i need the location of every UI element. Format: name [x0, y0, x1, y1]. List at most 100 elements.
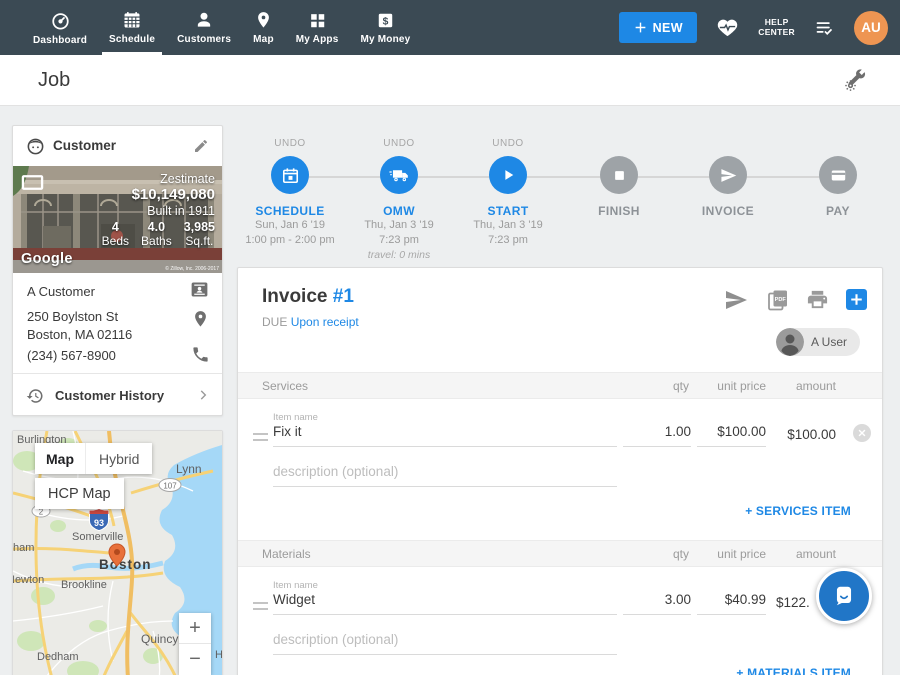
- beds-label: Beds: [102, 234, 129, 248]
- service-unit-price-input[interactable]: [697, 424, 766, 447]
- built-year: Built in 1911: [102, 203, 215, 219]
- map-type-hybrid-button[interactable]: Hybrid: [86, 451, 152, 467]
- invoice-title-text: Invoice: [262, 286, 327, 307]
- map-label-waltham: ham: [13, 542, 34, 554]
- edit-pencil-icon[interactable]: [193, 138, 209, 154]
- map-type-map-button[interactable]: Map: [35, 443, 86, 474]
- material-unit-price-input[interactable]: [697, 592, 766, 615]
- undo-placeholder: [778, 138, 898, 151]
- add-invoice-item-icon[interactable]: [846, 289, 867, 310]
- remove-service-item-button[interactable]: [853, 424, 871, 442]
- contact-card-icon[interactable]: [189, 279, 210, 300]
- material-item-name-input[interactable]: [273, 592, 617, 615]
- google-logo: Google: [21, 251, 73, 267]
- apps-grid-icon: [308, 11, 327, 30]
- schedule-step-circle[interactable]: [271, 156, 309, 194]
- svg-text:$: $: [383, 16, 389, 27]
- zestimate-overlay: Zestimate $10,149,080 Built in 1911 4Bed…: [102, 171, 215, 248]
- chat-fab-button[interactable]: [816, 568, 872, 624]
- street-view-photo-icon[interactable]: [21, 174, 44, 191]
- nav-item-map[interactable]: Map: [242, 0, 285, 55]
- customer-name: A Customer: [27, 284, 95, 299]
- baths-value: 4.0: [148, 220, 165, 234]
- heart-pulse-icon[interactable]: [715, 16, 740, 39]
- service-amount: $100.00: [768, 427, 836, 442]
- pdf-icon[interactable]: PDF: [766, 288, 790, 312]
- service-qty-input[interactable]: [623, 424, 691, 447]
- new-button-label: NEW: [653, 21, 683, 35]
- add-materials-item-link[interactable]: + MATERIALS ITEM: [736, 666, 851, 675]
- svg-text:PDF: PDF: [775, 297, 787, 303]
- unit-price-column-header: unit price: [678, 547, 766, 561]
- beds-value: 4: [112, 220, 119, 234]
- undo-link[interactable]: UNDO: [339, 138, 459, 151]
- nav-item-my-apps[interactable]: My Apps: [285, 0, 350, 55]
- send-icon: [720, 167, 737, 184]
- invoice-step-circle[interactable]: [709, 156, 747, 194]
- undo-link[interactable]: UNDO: [230, 138, 350, 151]
- calendar-icon: [281, 166, 300, 185]
- drag-handle[interactable]: [253, 433, 268, 441]
- nav-label: Customers: [177, 34, 231, 45]
- zoom-in-button[interactable]: +: [179, 613, 211, 644]
- location-pin-icon[interactable]: [191, 309, 210, 329]
- timeline-step-omw: UNDO OMW Thu, Jan 3 '19 7:23 pm travel: …: [339, 138, 459, 262]
- invoice-title: Invoice #1: [262, 286, 354, 308]
- user-avatar[interactable]: AU: [854, 11, 888, 45]
- nav-item-customers[interactable]: Customers: [166, 0, 242, 55]
- zestimate-value: $10,149,080: [102, 187, 215, 203]
- address-line2: Boston, MA 02116: [27, 327, 132, 342]
- credit-card-icon-circle[interactable]: [819, 156, 857, 194]
- plus-icon: [634, 21, 647, 34]
- hcp-map-button[interactable]: HCP Map: [35, 478, 124, 509]
- finish-step-circle[interactable]: [600, 156, 638, 194]
- add-services-item-link[interactable]: + SERVICES ITEM: [745, 504, 851, 518]
- nav-item-dashboard[interactable]: Dashboard: [22, 0, 98, 55]
- job-settings-wrench-icon[interactable]: [844, 69, 867, 92]
- materials-section-title: Materials: [262, 547, 311, 561]
- print-icon[interactable]: [806, 288, 829, 311]
- customer-address: 250 Boylston St Boston, MA 02116: [27, 308, 132, 344]
- baths-label: Baths: [141, 234, 172, 248]
- nav-item-schedule[interactable]: Schedule: [98, 0, 166, 55]
- send-invoice-icon[interactable]: [724, 288, 748, 312]
- nav-item-my-money[interactable]: $ My Money: [349, 0, 421, 55]
- material-qty-input[interactable]: [623, 592, 691, 615]
- start-step-circle[interactable]: [489, 156, 527, 194]
- customer-card-title: Customer: [53, 138, 116, 153]
- new-button[interactable]: NEW: [619, 12, 697, 43]
- help-line1: HELP: [765, 17, 789, 27]
- invoice-due: DUE Upon receipt: [262, 315, 359, 329]
- sqft-label: Sq.ft.: [185, 234, 213, 248]
- assigned-user-pill[interactable]: A User: [776, 328, 860, 356]
- material-description-input[interactable]: [273, 632, 617, 655]
- speedometer-icon: [50, 10, 71, 31]
- item-name-label: Item name: [273, 412, 318, 423]
- undo-link[interactable]: UNDO: [448, 138, 568, 151]
- customer-card: Customer Zestimate $10,149,080: [12, 125, 223, 416]
- phone-icon[interactable]: [191, 345, 210, 364]
- activity-list-icon[interactable]: [813, 17, 836, 38]
- drag-handle[interactable]: [253, 602, 268, 610]
- amount-column-header: amount: [768, 547, 836, 561]
- user-silhouette-icon: [776, 328, 804, 356]
- help-center-link[interactable]: HELP CENTER: [758, 18, 795, 37]
- timeline-step-invoice: INVOICE: [668, 138, 788, 218]
- invoice-number: #1: [333, 286, 354, 307]
- customer-history-row[interactable]: Customer History: [13, 373, 222, 416]
- unit-price-column-header: unit price: [678, 379, 766, 393]
- nav-label: Dashboard: [33, 35, 87, 46]
- omw-step-circle[interactable]: [380, 156, 418, 194]
- map-label-somerville: Somerville: [72, 531, 123, 543]
- stop-icon: [612, 168, 627, 183]
- job-header-bar: Job: [0, 55, 900, 106]
- step-label: INVOICE: [668, 204, 788, 218]
- map-label-brookline: Brookline: [61, 579, 107, 591]
- due-value-link[interactable]: Upon receipt: [291, 315, 359, 329]
- service-item-name-input[interactable]: [273, 424, 617, 447]
- zoom-out-button[interactable]: −: [179, 644, 211, 675]
- invoice-panel: Invoice #1 DUE Upon receipt PDF A User S…: [237, 267, 883, 675]
- chat-bubble-icon: [831, 583, 857, 609]
- service-description-input[interactable]: [273, 464, 617, 487]
- step-label: FINISH: [559, 204, 679, 218]
